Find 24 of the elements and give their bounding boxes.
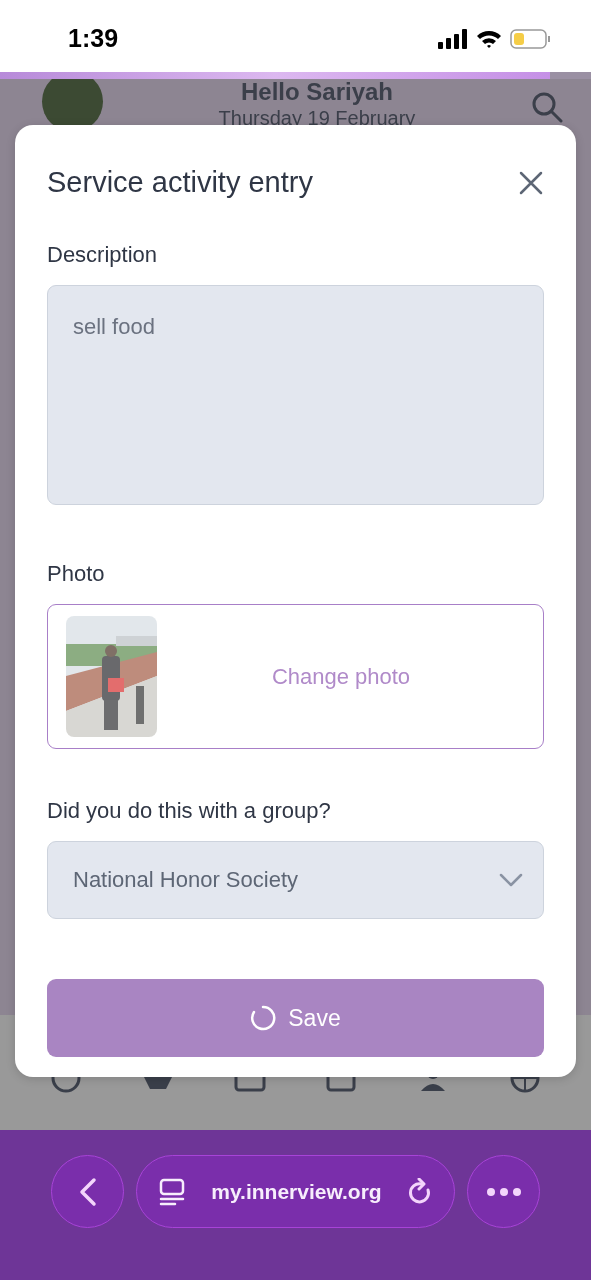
field-label: Did you do this with a group? (47, 796, 332, 825)
address-bar[interactable]: my.innerview.org (136, 1155, 455, 1228)
close-icon (519, 170, 543, 195)
back-icon (78, 1176, 97, 1207)
change-photo-button[interactable]: Change photo (157, 658, 525, 694)
group-select[interactable]: National Honor Society (47, 840, 544, 919)
url-text: my.innerview.org (211, 1178, 382, 1205)
search-icon[interactable] (531, 91, 563, 123)
field-label: Photo (47, 559, 106, 588)
close-button[interactable] (518, 169, 544, 196)
wifi-icon (476, 29, 502, 49)
status-time: 1:39 (68, 23, 119, 55)
battery-icon (510, 29, 551, 49)
chevron-down-icon (499, 872, 523, 887)
modal-title: Service activity entry (47, 165, 313, 200)
field-label: Description (47, 240, 159, 269)
description-field[interactable]: sell food (47, 284, 544, 505)
date-text: Thursday 19 February (218, 107, 416, 130)
save-button[interactable]: Save (47, 978, 544, 1057)
photo-field[interactable]: Change photo (47, 603, 544, 749)
page-icon (159, 1177, 185, 1206)
signal-icon (438, 29, 468, 49)
more-icon (485, 1186, 522, 1197)
greeting: Hello Sariyah (239, 79, 394, 106)
